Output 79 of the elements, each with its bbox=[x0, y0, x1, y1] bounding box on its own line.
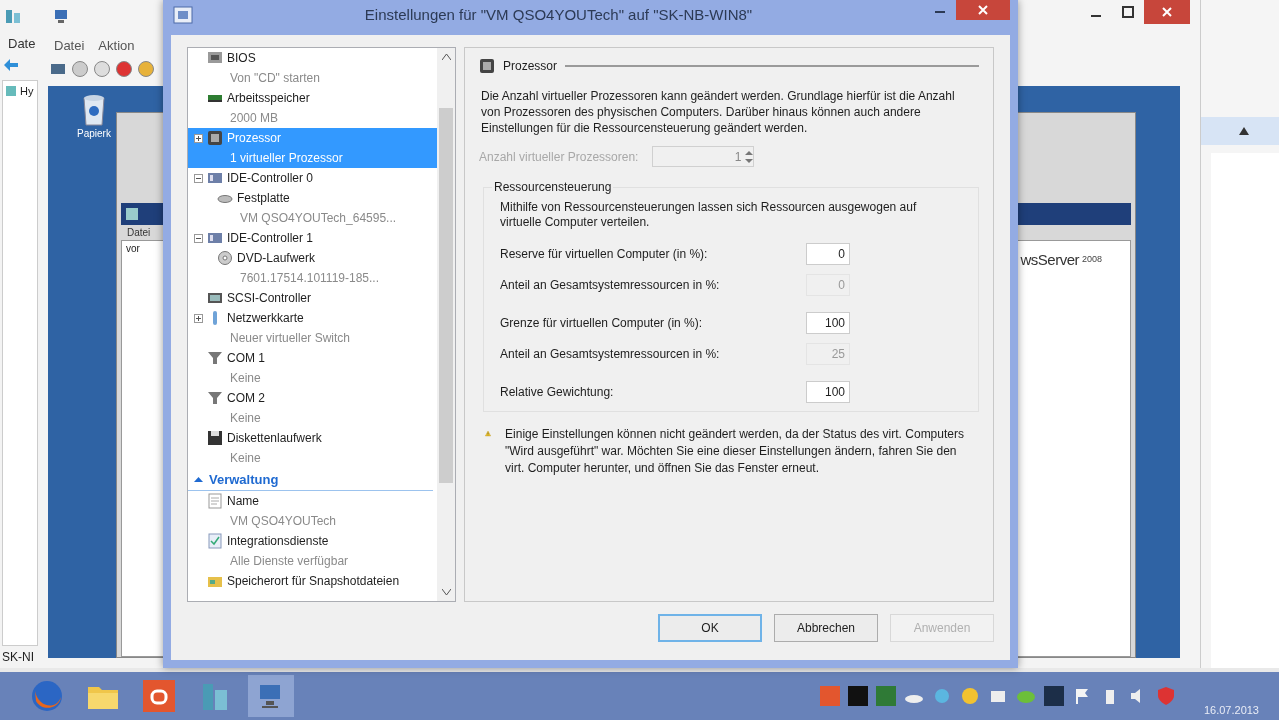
device-icon bbox=[207, 290, 223, 306]
number-field[interactable]: 100 bbox=[806, 312, 850, 334]
close-button[interactable] bbox=[1144, 0, 1190, 24]
tree-item[interactable]: Hy bbox=[20, 85, 34, 97]
field-label: Anteil an Gesamtsystemressourcen in %: bbox=[500, 347, 720, 361]
device-icon bbox=[207, 170, 223, 186]
collapse-icon[interactable] bbox=[1239, 127, 1249, 135]
version-text: 2008 bbox=[1081, 254, 1102, 264]
expand-icon[interactable] bbox=[194, 313, 203, 323]
sun-icon[interactable] bbox=[959, 686, 980, 706]
device-icon bbox=[207, 50, 223, 66]
group-title: Ressourcensteuerung bbox=[492, 180, 614, 194]
collapse-icon[interactable] bbox=[194, 173, 203, 183]
server-icon bbox=[4, 7, 22, 25]
section-title: Prozessor bbox=[503, 59, 558, 73]
scrollbar[interactable] bbox=[437, 48, 455, 601]
tree-item[interactable]: COM 2 Keine bbox=[188, 388, 437, 428]
app-icon[interactable] bbox=[1043, 686, 1064, 706]
device-icon bbox=[207, 533, 223, 549]
document-text: vor bbox=[125, 242, 141, 256]
expand-icon[interactable] bbox=[194, 133, 203, 143]
minimize-icon bbox=[1091, 15, 1101, 17]
scroll-down-icon[interactable] bbox=[441, 589, 451, 595]
tree-item[interactable]: IDE-Controller 1 bbox=[188, 228, 437, 248]
caret-icon[interactable] bbox=[194, 474, 203, 484]
menu-item[interactable]: Datei bbox=[127, 227, 151, 238]
shutdown-icon[interactable] bbox=[116, 61, 132, 77]
device-icon bbox=[207, 390, 223, 406]
description-text: Mithilfe von Ressourcensteuerungen lassen sich Ressourcen ausgewogen auf virtuelle Computer verteilen. bbox=[500, 200, 918, 230]
tree-item[interactable]: Speicherort für Snapshotdateien bbox=[188, 571, 437, 591]
field-label: Anteil an Gesamtsystemressourcen in %: bbox=[500, 278, 720, 292]
warning-text: Einige Einstellungen können nicht geändert werden, da der Status des virt. Computers "Wird ausgeführt" war. Möchten Sie eine dieser Einstellungen ändern, fahren Sie den virt. Computer herunter, und öffnen Sie das Fenster erneut. bbox=[505, 426, 965, 477]
minimize-icon bbox=[935, 11, 945, 13]
tree-item[interactable]: Netzwerkkarte Neuer virtueller Switch bbox=[188, 308, 437, 348]
tree-item[interactable]: BIOS Von "CD" starten bbox=[188, 48, 437, 88]
device-icon bbox=[207, 493, 223, 509]
device-icon bbox=[207, 130, 223, 146]
tree-item[interactable]: Arbeitsspeicher 2000 MB bbox=[188, 88, 437, 128]
product-name: wsServer bbox=[1020, 251, 1079, 268]
scroll-up-icon[interactable] bbox=[441, 54, 451, 60]
close-icon bbox=[977, 4, 989, 16]
computer-icon[interactable] bbox=[248, 675, 294, 717]
close-icon bbox=[1161, 6, 1173, 18]
menu-item[interactable]: Datei bbox=[54, 37, 85, 53]
field-label: Relative Gewichtung: bbox=[500, 385, 614, 399]
device-icon bbox=[207, 230, 223, 246]
window-title: Einstellungen für "VM QSO4YOUTech" auf "SK-NB-WIN8" bbox=[364, 6, 753, 23]
tree-item[interactable]: SCSI-Controller bbox=[188, 288, 437, 308]
menu-item[interactable]: Aktion bbox=[98, 37, 135, 53]
device-icon bbox=[207, 350, 223, 366]
field-label: Anzahl virtueller Prozessoren: bbox=[479, 149, 639, 164]
device-icon bbox=[207, 430, 223, 446]
desktop-icon-label: Papierk bbox=[77, 128, 111, 139]
field-label: Reserve für virtuellen Computer (in %): bbox=[500, 247, 708, 261]
window-icon bbox=[125, 207, 139, 221]
number-field[interactable]: 0 bbox=[806, 243, 850, 265]
menu-item[interactable]: Date bbox=[8, 35, 36, 51]
number-field[interactable]: 100 bbox=[806, 381, 850, 403]
tree-item[interactable]: Diskettenlaufwerk Keine bbox=[188, 428, 437, 468]
tree-item[interactable]: Festplatte VM QSO4YOUTech_64595... bbox=[188, 188, 437, 228]
device-icon bbox=[217, 250, 233, 266]
app-icon[interactable] bbox=[847, 686, 868, 706]
close-button[interactable] bbox=[956, 0, 1010, 20]
processor-icon bbox=[479, 58, 495, 74]
section-header[interactable]: Verwaltung bbox=[188, 468, 433, 491]
description-text: Die Anzahl virtueller Prozessoren kann geändert werden. Grundlage hierfür ist die Anzahl von Prozessoren des physischen Computers. Darüber hinaus können auch andere Einstellungen für die Ressourcensteuerung geändert werden. bbox=[481, 88, 956, 136]
maximize-icon bbox=[1122, 6, 1134, 18]
server-icon bbox=[5, 85, 17, 97]
tree-item[interactable]: Name VM QSO4YOUTech bbox=[188, 491, 437, 531]
dialog-button[interactable]: Abbrechen bbox=[774, 614, 878, 642]
dialog-button[interactable]: OK bbox=[658, 614, 762, 642]
tree-item[interactable]: DVD-Laufwerk 7601.17514.101119-185... bbox=[188, 248, 437, 288]
status-text: SK-NI bbox=[2, 650, 34, 664]
field-label: Grenze für virtuellen Computer (in %): bbox=[500, 316, 703, 330]
back-arrow-icon[interactable] bbox=[4, 59, 18, 71]
tree-item[interactable]: IDE-Controller 0 bbox=[188, 168, 437, 188]
tree-item[interactable]: Integrationsdienste Alle Dienste verfügbar bbox=[188, 531, 437, 571]
collapse-icon[interactable] bbox=[194, 233, 203, 243]
tree-item[interactable]: COM 1 Keine bbox=[188, 348, 437, 388]
